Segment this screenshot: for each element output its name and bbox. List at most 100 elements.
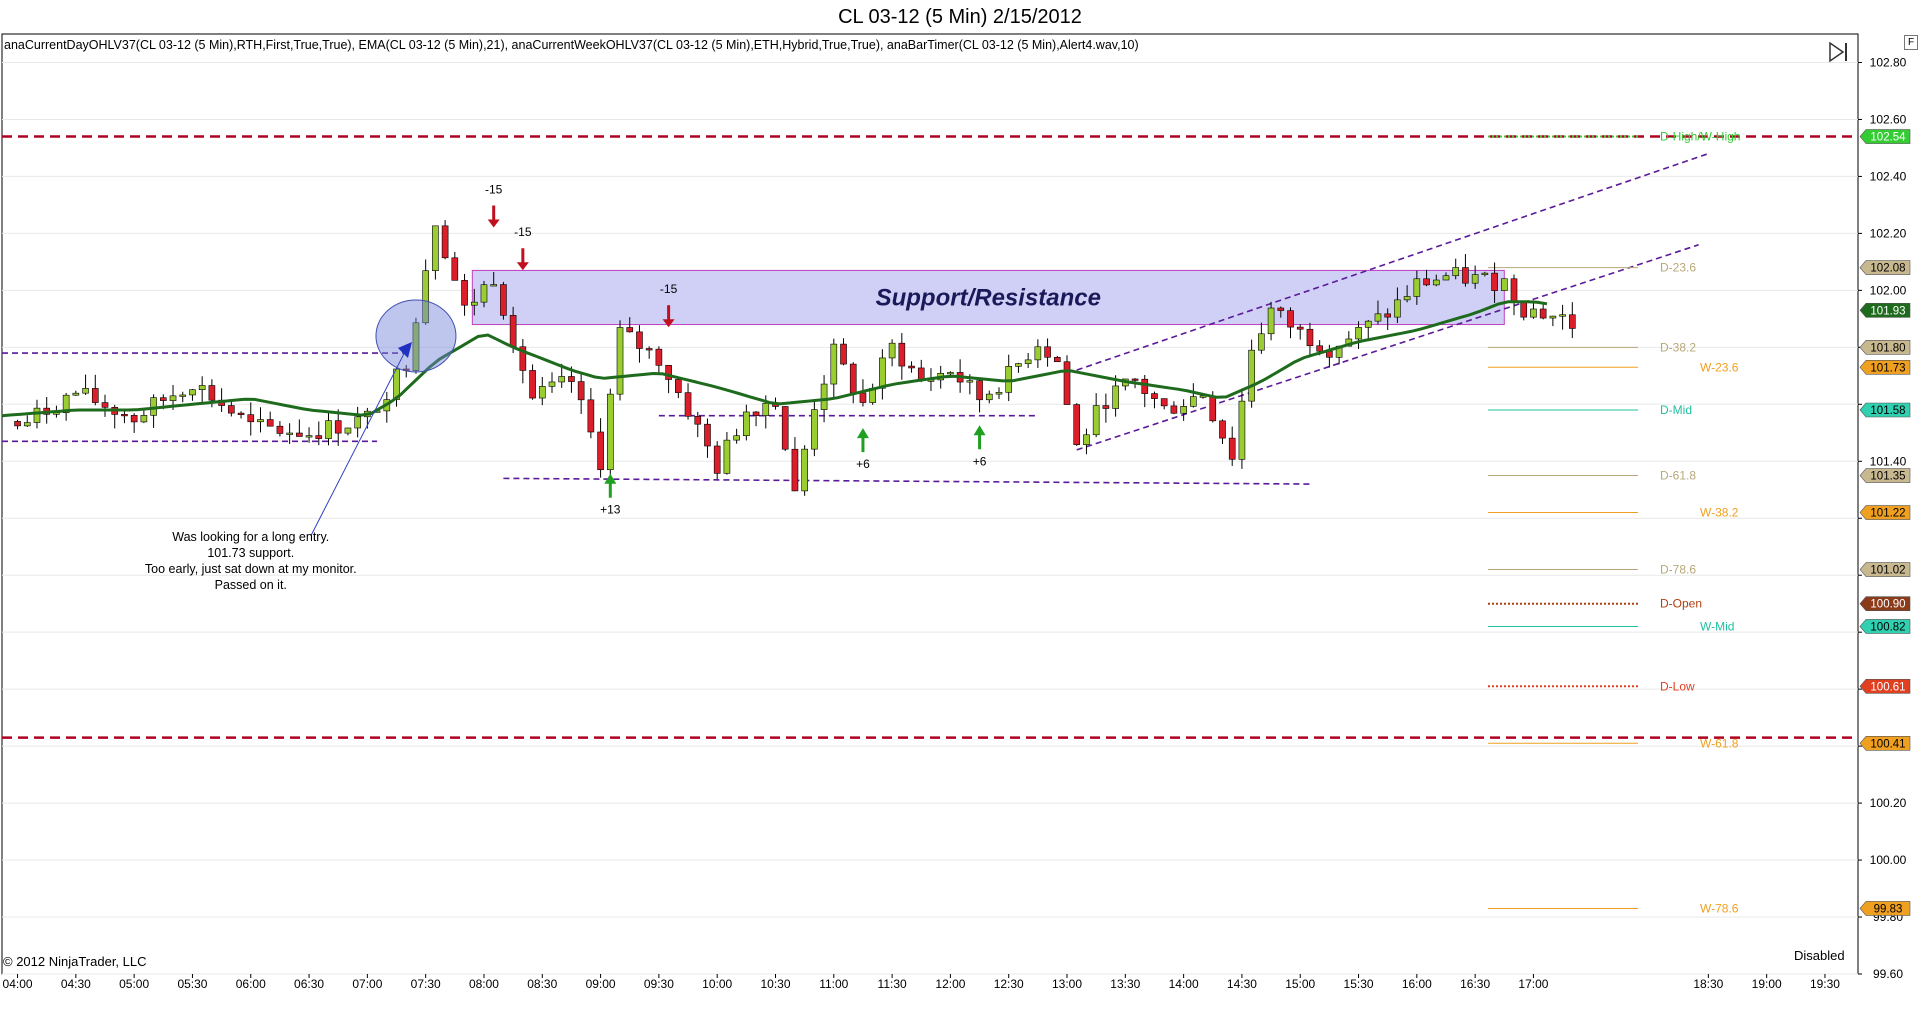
candle: [801, 445, 808, 496]
candle-body: [606, 393, 614, 471]
candle-body: [198, 385, 206, 390]
candle: [82, 374, 89, 395]
annotation-label: +6: [856, 457, 870, 471]
level-label: W-61.8: [1700, 736, 1739, 750]
x-tick-label: 09:30: [644, 977, 674, 991]
candle-body: [169, 395, 177, 401]
zone-label: Support/Resistance: [876, 284, 1101, 311]
candle-body: [1394, 299, 1401, 318]
candle-body: [91, 388, 99, 403]
candle-body: [1355, 327, 1362, 340]
candle-body: [500, 284, 507, 316]
price-chart[interactable]: 99.6099.80100.00100.20101.40102.00102.20…: [0, 0, 1920, 1026]
trade-annotation: -15: [514, 225, 532, 271]
level-label: W-23.6: [1700, 360, 1739, 374]
candle-body: [276, 425, 284, 434]
down-arrow-icon: [516, 262, 529, 271]
price-tag-label: 102.08: [1870, 263, 1905, 275]
up-arrow-icon: [973, 425, 986, 436]
x-tick-label: 12:30: [994, 977, 1024, 991]
candle-body: [781, 406, 789, 450]
candle-body: [509, 315, 517, 348]
candle-body: [636, 331, 643, 349]
candle: [587, 388, 595, 439]
candle-body: [1190, 396, 1197, 407]
candle: [296, 419, 303, 437]
candle: [538, 376, 546, 406]
candle: [1355, 321, 1362, 349]
x-tick-label: 17:00: [1518, 977, 1548, 991]
candle: [675, 379, 682, 399]
candle: [1160, 398, 1168, 410]
level-label: D-Low: [1660, 679, 1695, 693]
candle-body: [1491, 272, 1498, 291]
candle: [840, 338, 847, 366]
f-button[interactable]: F: [1904, 35, 1918, 50]
x-tick-label: 11:00: [819, 977, 848, 991]
price-tag-label: 100.41: [1870, 738, 1905, 750]
trade-annotation: +6: [856, 428, 870, 471]
candle-body: [548, 381, 556, 387]
candle-body: [1238, 400, 1246, 460]
candle-body: [344, 427, 352, 434]
candle: [684, 383, 692, 420]
candle-body: [490, 284, 498, 287]
candle-body: [228, 405, 235, 414]
candle: [43, 397, 51, 424]
candle-body: [1500, 278, 1508, 291]
candle-body: [713, 445, 721, 474]
candle-body: [684, 392, 692, 417]
candle: [1034, 339, 1042, 368]
candle: [655, 346, 663, 373]
trade-annotation: +6: [973, 425, 987, 468]
candle: [130, 413, 138, 433]
candle: [72, 390, 80, 396]
candle: [869, 383, 876, 405]
candle-body: [529, 370, 536, 399]
candle: [1258, 322, 1265, 354]
candle-body: [480, 284, 488, 303]
candle: [1170, 401, 1178, 415]
candle-body: [1296, 326, 1304, 330]
x-tick-label: 08:00: [469, 977, 499, 991]
candle: [616, 320, 624, 401]
candle: [888, 339, 896, 367]
candle: [461, 273, 468, 316]
candle-body: [1083, 434, 1090, 445]
candle: [189, 389, 196, 401]
level-label: W-Mid: [1700, 619, 1734, 633]
candle: [247, 402, 255, 436]
candle-body: [1520, 300, 1528, 318]
annotation-label: +6: [973, 454, 987, 468]
candle-body: [616, 327, 624, 395]
candle-body: [859, 392, 867, 403]
x-tick-label: 14:30: [1227, 977, 1257, 991]
candle: [1306, 322, 1314, 357]
price-tag-label: 100.61: [1870, 681, 1905, 693]
candle-body: [247, 414, 255, 423]
play-pause-icon[interactable]: [1826, 40, 1852, 64]
candle: [947, 371, 954, 376]
candle-body: [947, 372, 954, 375]
candle-body: [101, 402, 109, 408]
candle: [14, 419, 21, 430]
candle: [636, 325, 643, 363]
candle-body: [33, 407, 41, 423]
candle-body: [1160, 398, 1168, 407]
candle-body: [470, 301, 478, 306]
candle-body: [577, 381, 585, 401]
candle-body: [1102, 405, 1110, 409]
candle-body: [587, 399, 595, 433]
candle-body: [1287, 310, 1294, 328]
candle: [500, 281, 507, 320]
candle: [879, 349, 886, 400]
annotation-label: -15: [485, 183, 503, 197]
candle-body: [976, 380, 983, 401]
price-tag-label: 99.83: [1874, 903, 1903, 915]
candle-body: [1024, 359, 1032, 364]
candle-body: [1442, 275, 1450, 281]
price-tag: 101.58: [1859, 402, 1911, 418]
candle-body: [908, 365, 915, 369]
candle-body: [1258, 333, 1265, 351]
note-line: Too early, just sat down at my monitor.: [145, 562, 357, 576]
